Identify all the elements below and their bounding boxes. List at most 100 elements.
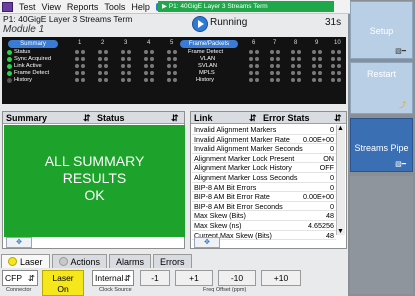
summary-led-header[interactable]: Summary xyxy=(8,40,58,48)
menu-tools[interactable]: Tools xyxy=(104,2,125,12)
led-label-history: History xyxy=(14,77,33,83)
offset-plus-1-button[interactable]: +1 xyxy=(175,270,213,286)
test-title: P1: 40GigE Layer 3 Streams Term xyxy=(3,14,133,24)
menu-help[interactable]: Help xyxy=(131,2,150,12)
stats-row-label: Invalid Alignment Marker Rate xyxy=(194,134,290,144)
stats-row[interactable]: Invalid Alignment Marker Rate 0.00E+00 xyxy=(192,135,336,145)
combo-arrow-icon[interactable]: ⇵ xyxy=(249,112,257,124)
stats-row[interactable]: Invalid Alignment Marker Seconds 0 xyxy=(192,144,336,154)
stats-row[interactable]: BIP-8 AM Bit Error Seconds 0 xyxy=(192,202,336,212)
lane-led-icon xyxy=(270,71,274,75)
laser-toggle-button[interactable]: Laser On xyxy=(42,270,84,296)
tab-errors[interactable]: Errors xyxy=(153,254,192,268)
streams-pipe-button[interactable]: Streams Pipe ▧━ xyxy=(350,118,413,172)
stats-row[interactable]: Invalid Alignment Markers 0 xyxy=(192,125,336,135)
zoom-arrows-icon[interactable]: ✥ xyxy=(6,237,32,248)
lane-num: 6 xyxy=(252,40,256,46)
lane-led-icon xyxy=(98,71,102,75)
lane-led-icon xyxy=(291,71,295,75)
lane-num: 8 xyxy=(294,40,298,46)
combo-arrow-icon[interactable]: ⇵ xyxy=(334,112,342,124)
stats-row-value: 0.00E+00 xyxy=(303,134,334,144)
frames-led-header[interactable]: Frame/Packets xyxy=(180,40,238,48)
lane-led-icon xyxy=(291,78,295,82)
lane-led-icon xyxy=(104,64,108,68)
scroll-up-icon[interactable]: ▲ xyxy=(337,125,344,132)
scroll-down-icon[interactable]: ▼ xyxy=(337,228,344,235)
lane-led-icon xyxy=(144,64,148,68)
combo-arrow-icon[interactable]: ⇵ xyxy=(171,112,179,124)
status-combo[interactable]: Status xyxy=(97,112,125,124)
lane-led-icon xyxy=(276,71,280,75)
stats-row[interactable]: Max Skew (ns) 4.65256 xyxy=(192,221,336,231)
summary-combo[interactable]: Summary xyxy=(6,112,47,124)
lane-led-icon xyxy=(98,57,102,61)
lane-led-icon xyxy=(297,50,301,54)
setup-button[interactable]: Setup ▧━ xyxy=(350,1,413,59)
result-line: RESULTS xyxy=(62,170,127,186)
offset-minus-10-button[interactable]: -10 xyxy=(218,270,256,286)
status-led-icon xyxy=(7,50,12,55)
stats-row-value: 4.65256 xyxy=(308,221,334,230)
lane-led-icon xyxy=(121,64,125,68)
lane-led-icon xyxy=(318,78,322,82)
streams-pipe-label: Streams Pipe xyxy=(354,143,409,153)
stats-row[interactable]: BIP-8 AM Bit Error Rate 0.00E+00 xyxy=(192,192,336,202)
lane-led-icon xyxy=(255,64,259,68)
offset-minus-1-button[interactable]: -1 xyxy=(140,270,170,286)
lane-num: 2 xyxy=(101,40,105,46)
stats-row-label: Invalid Alignment Marker Seconds xyxy=(194,144,303,154)
tab-laser[interactable]: Laser xyxy=(1,254,50,268)
frame-label-detect: Frame Detect xyxy=(188,49,224,55)
menu-test[interactable]: Test xyxy=(19,2,36,12)
lane-led-icon xyxy=(331,71,335,75)
tab-laser-label: Laser xyxy=(20,256,43,267)
test-tab[interactable]: ▶ P1: 40GigE Layer 3 Streams Term xyxy=(158,1,334,12)
stats-scrollbar[interactable]: ▲ ▼ xyxy=(336,125,345,235)
connector-select[interactable]: CFP ⇵ xyxy=(2,270,38,286)
error-stats-combo[interactable]: Error Stats xyxy=(263,112,310,124)
lane-led-icon xyxy=(121,57,125,61)
lane-led-icon xyxy=(167,78,171,82)
menu-reports[interactable]: Reports xyxy=(67,2,99,12)
streams-icon: ▧━ xyxy=(395,161,406,168)
lane-led-icon xyxy=(150,71,154,75)
stats-row[interactable]: Alignment Marker Lock Present ON xyxy=(192,154,336,164)
offset-plus-10-button[interactable]: +10 xyxy=(261,270,301,286)
lane-led-icon xyxy=(337,50,341,54)
action-tabs: Laser Actions Alarms Errors xyxy=(1,254,192,268)
menu-view[interactable]: View xyxy=(42,2,61,12)
run-icon[interactable] xyxy=(192,16,208,32)
lane-led-icon xyxy=(249,78,253,82)
lane-led-icon xyxy=(276,57,280,61)
lane-num: 3 xyxy=(124,40,128,46)
lane-led-icon xyxy=(104,71,108,75)
clock-source-select[interactable]: Internal ⇵ xyxy=(92,270,134,286)
run-status: Running xyxy=(210,17,248,28)
zoom-arrows-icon[interactable]: ✥ xyxy=(194,237,220,248)
lane-num: 7 xyxy=(273,40,277,46)
lane-led-icon xyxy=(173,57,177,61)
lane-led-icon xyxy=(276,64,280,68)
stats-row[interactable]: BIP-8 AM Bit Errors 0 xyxy=(192,183,336,193)
tab-actions[interactable]: Actions xyxy=(51,254,108,268)
summary-results: ALL SUMMARY RESULTS OK xyxy=(4,125,185,237)
tab-alarms[interactable]: Alarms xyxy=(109,254,152,268)
stats-row[interactable]: Alignment Marker Lock History OFF xyxy=(192,163,336,173)
stats-row-value: ON xyxy=(323,153,334,163)
stats-row[interactable]: Max Skew (Bits) 48 xyxy=(192,211,336,221)
restart-button[interactable]: Restart ⤴ xyxy=(350,62,413,114)
stats-row[interactable]: Alignment Marker Loss Seconds 0 xyxy=(192,173,336,183)
lane-led-icon xyxy=(276,50,280,54)
lane-num: 9 xyxy=(315,40,319,46)
lane-led-icon xyxy=(127,50,131,54)
link-combo[interactable]: Link xyxy=(194,112,213,124)
lane-led-icon xyxy=(121,78,125,82)
lane-led-icon xyxy=(144,78,148,82)
combo-arrow-icon[interactable]: ⇵ xyxy=(83,112,91,124)
led-label-frame: Frame Detect xyxy=(14,70,50,76)
lane-led-icon xyxy=(127,71,131,75)
lane-led-icon xyxy=(249,71,253,75)
lane-led-icon xyxy=(312,50,316,54)
lane-led-icon xyxy=(150,78,154,82)
